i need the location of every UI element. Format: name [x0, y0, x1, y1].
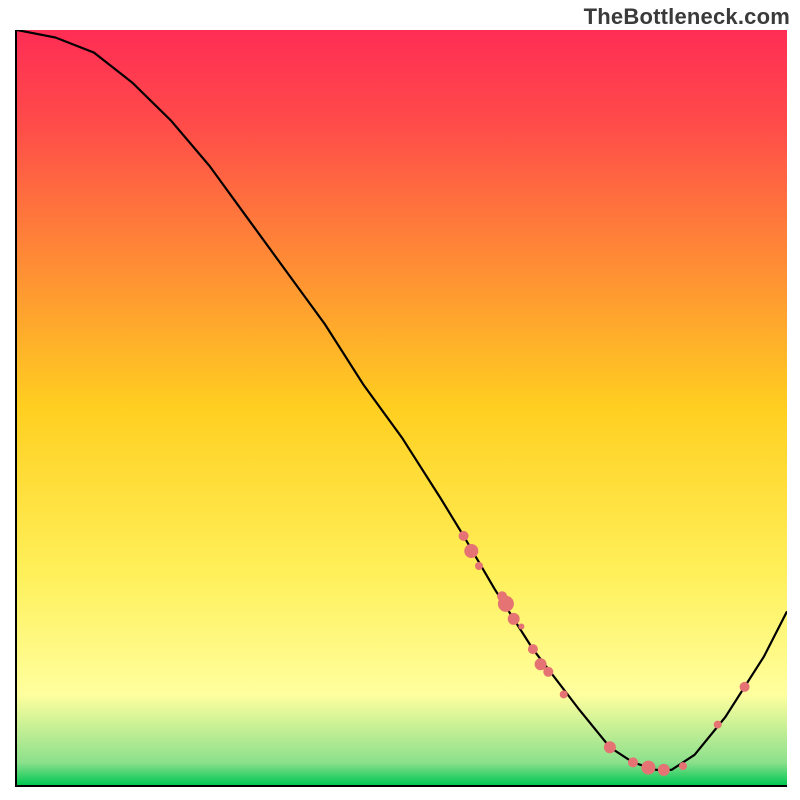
plot-svg [17, 30, 787, 785]
data-point [459, 531, 469, 541]
data-point [641, 761, 655, 775]
data-point [475, 562, 483, 570]
data-point [518, 624, 524, 630]
data-point [543, 667, 553, 677]
data-point [679, 762, 687, 770]
data-point [604, 741, 616, 753]
data-point [714, 721, 722, 729]
data-point [464, 544, 478, 558]
data-point [528, 644, 538, 654]
chart-container: TheBottleneck.com [0, 0, 800, 800]
data-point [628, 757, 638, 767]
background-gradient [17, 30, 787, 785]
data-point [658, 764, 670, 776]
watermark-text: TheBottleneck.com [584, 4, 790, 30]
data-point [498, 596, 514, 612]
data-point [560, 690, 568, 698]
data-point [508, 613, 520, 625]
plot-area [15, 30, 787, 787]
data-point [740, 682, 750, 692]
